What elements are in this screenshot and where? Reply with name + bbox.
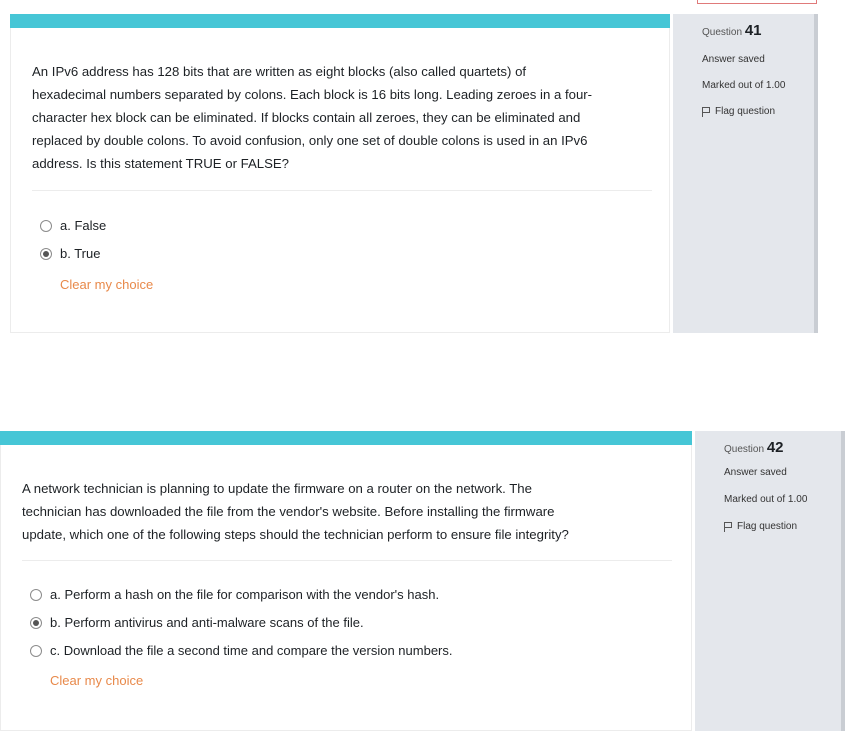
question-41-text-line: hexadecimal numbers separated by colons.… bbox=[32, 87, 593, 102]
question-41-flag-button[interactable]: Flag question bbox=[702, 106, 775, 117]
question-number-label: Question bbox=[702, 27, 743, 38]
flag-icon bbox=[724, 521, 732, 532]
previous-block-edge bbox=[697, 0, 817, 4]
question-42-text-line: A network technician is planning to upda… bbox=[22, 481, 532, 496]
question-41-text-line: An IPv6 address has 128 bits that are wr… bbox=[32, 64, 527, 79]
question-42-divider bbox=[22, 560, 672, 561]
question-number-value: 41 bbox=[744, 22, 762, 39]
radio-button-selected[interactable] bbox=[40, 247, 52, 260]
question-41-clear-choice-link[interactable]: Clear my choice bbox=[60, 277, 153, 292]
question-41-text-line: replaced by double colons. To avoid conf… bbox=[32, 133, 588, 148]
question-41-info-panel: Question 41 Answer saved Marked out of 1… bbox=[673, 14, 818, 333]
question-42-clear-choice-link[interactable]: Clear my choice bbox=[50, 673, 143, 688]
question-41-status: Answer saved bbox=[702, 54, 765, 65]
radio-button[interactable] bbox=[30, 644, 42, 657]
question-42-number: Question 42 bbox=[724, 439, 784, 456]
question-41-number: Question 41 bbox=[702, 22, 762, 39]
question-42-text-line: update, which one of the following steps… bbox=[22, 527, 569, 542]
question-42-info-panel: Question 42 Answer saved Marked out of 1… bbox=[695, 431, 845, 731]
question-42-option-a[interactable]: a. Perform a hash on the file for compar… bbox=[30, 587, 439, 602]
question-41-text-line: address. Is this statement TRUE or FALSE… bbox=[32, 156, 290, 171]
flag-label: Flag question bbox=[715, 106, 776, 117]
option-label: c. Download the file a second time and c… bbox=[50, 643, 453, 658]
radio-button[interactable] bbox=[30, 588, 42, 601]
question-41-option-a[interactable]: a. False bbox=[40, 218, 106, 233]
question-number-value: 42 bbox=[766, 439, 784, 456]
question-41-text: An IPv6 address has 128 bits that are wr… bbox=[32, 60, 662, 175]
question-42-marks: Marked out of 1.00 bbox=[724, 494, 808, 505]
question-41-header-bar bbox=[10, 14, 670, 28]
radio-button[interactable] bbox=[40, 219, 52, 232]
option-label: a. Perform a hash on the file for compar… bbox=[50, 587, 440, 602]
question-42-text-line: technician has downloaded the file from … bbox=[22, 504, 555, 519]
question-42-flag-button[interactable]: Flag question bbox=[724, 521, 797, 532]
question-41-text-line: character hex block can be eliminated. I… bbox=[32, 110, 581, 125]
question-42-option-c[interactable]: c. Download the file a second time and c… bbox=[30, 643, 453, 658]
question-42-status: Answer saved bbox=[724, 467, 787, 478]
flag-label: Flag question bbox=[737, 521, 798, 532]
question-42-option-b[interactable]: b. Perform antivirus and anti-malware sc… bbox=[30, 615, 364, 630]
radio-button-selected[interactable] bbox=[30, 616, 42, 629]
flag-icon bbox=[702, 106, 710, 117]
question-number-label: Question bbox=[724, 444, 765, 455]
question-42-header-bar bbox=[0, 431, 692, 445]
question-42-text: A network technician is planning to upda… bbox=[22, 477, 682, 546]
question-41-option-b[interactable]: b. True bbox=[40, 246, 100, 261]
option-label: b. Perform antivirus and anti-malware sc… bbox=[50, 615, 364, 630]
option-label: b. True bbox=[60, 246, 101, 261]
question-41-divider bbox=[32, 190, 652, 191]
option-label: a. False bbox=[60, 218, 107, 233]
question-41-marks: Marked out of 1.00 bbox=[702, 80, 786, 91]
